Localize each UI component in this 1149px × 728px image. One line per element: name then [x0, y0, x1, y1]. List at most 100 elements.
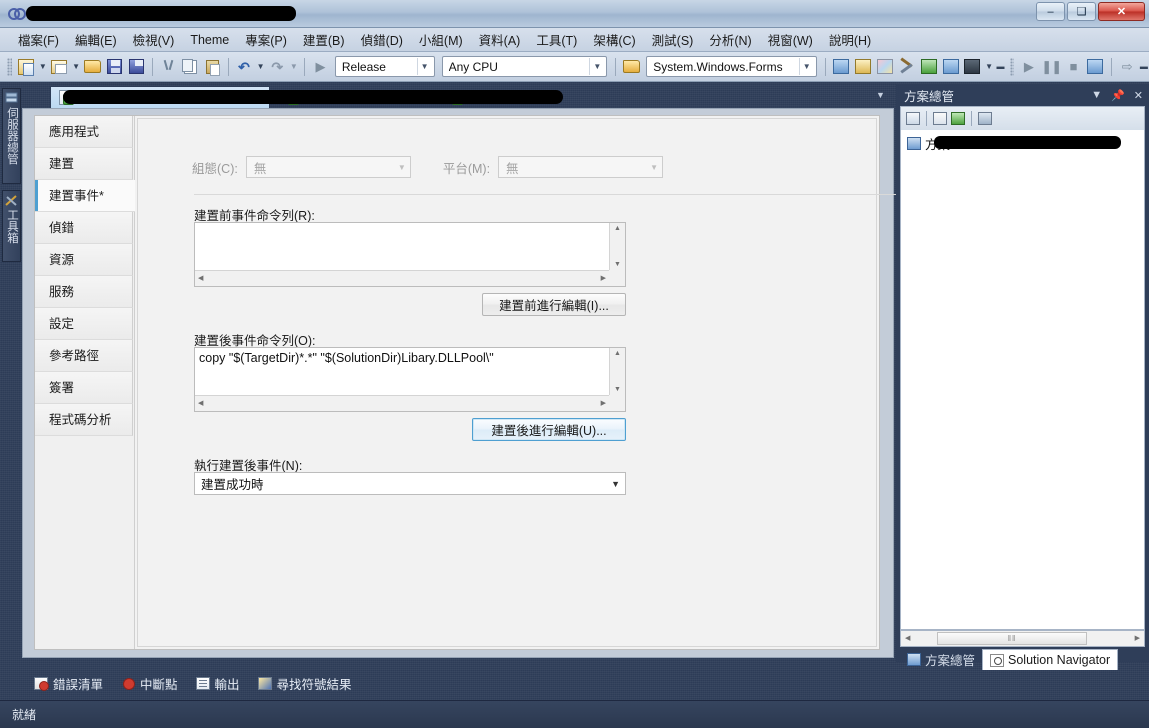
view-class-diagram-icon[interactable]: [978, 112, 992, 125]
toolbox-button[interactable]: [896, 56, 917, 78]
cut-button[interactable]: [158, 56, 179, 78]
restart-button[interactable]: [1085, 56, 1106, 78]
solution-tree-horizontal-scrollbar[interactable]: ◀ ‖‖ ▶: [900, 630, 1145, 647]
category-build-events[interactable]: 建置事件*: [35, 180, 135, 212]
menu-build[interactable]: 建置(B): [295, 27, 353, 52]
tab-solution-explorer[interactable]: 方案總管: [900, 649, 982, 670]
configuration-select: 無 ▼: [245, 156, 411, 178]
sidebar-item-server-explorer[interactable]: 伺服器總管: [2, 88, 21, 184]
maximize-button[interactable]: ❑: [1067, 2, 1096, 21]
category-reference-paths[interactable]: 參考路徑: [35, 340, 133, 372]
category-debug[interactable]: 偵錯: [35, 212, 133, 244]
prebuild-vertical-scrollbar[interactable]: ▲ ▼: [609, 223, 625, 270]
solution-explorer-bottom-tabs: 方案總管 Solution Navigator: [896, 648, 1149, 670]
new-project-button[interactable]: [16, 56, 37, 78]
toolbar-overflow-1[interactable]: ▬: [995, 56, 1005, 78]
show-all-files-icon[interactable]: [933, 112, 947, 125]
step-into-button[interactable]: [918, 56, 939, 78]
configuration-combo[interactable]: Release ▼: [334, 56, 435, 77]
solution-tree[interactable]: 方案: [900, 130, 1145, 630]
stop-debugging-button[interactable]: ■: [1063, 56, 1084, 78]
menu-architecture[interactable]: 架構(C): [585, 27, 643, 52]
runpostbuild-select[interactable]: 建置成功時 ▼: [194, 472, 626, 495]
menu-file[interactable]: 檔案(F): [10, 27, 67, 52]
assembly-combo[interactable]: System.Windows.Forms ▼: [646, 56, 817, 77]
command-window-button[interactable]: [962, 56, 983, 78]
prebuild-edit-button[interactable]: 建置前進行編輯(I)...: [482, 293, 626, 316]
assembly-browse-button[interactable]: [621, 56, 642, 78]
postbuild-vertical-scrollbar[interactable]: ▲ ▼: [609, 348, 625, 395]
category-code-analysis[interactable]: 程式碼分析: [35, 404, 133, 436]
menu-debug[interactable]: 偵錯(D): [353, 27, 411, 52]
tree-row-solution-root[interactable]: 方案: [901, 134, 1144, 152]
prebuild-horizontal-scrollbar[interactable]: ◀ ▶: [195, 270, 609, 286]
postbuild-edit-button[interactable]: 建置後進行編輯(U)...: [472, 418, 626, 441]
platform-combo[interactable]: Any CPU ▼: [441, 56, 608, 77]
menu-window[interactable]: 視窗(W): [760, 27, 821, 52]
properties-icon[interactable]: [906, 112, 920, 125]
scroll-right-icon[interactable]: ▶: [1135, 631, 1140, 646]
category-settings[interactable]: 設定: [35, 308, 133, 340]
redo-button[interactable]: ↷: [267, 56, 288, 78]
postbuild-horizontal-scrollbar[interactable]: ◀ ▶: [195, 395, 609, 411]
properties-window-button[interactable]: [853, 56, 874, 78]
category-build[interactable]: 建置: [35, 148, 133, 180]
tab-output[interactable]: 輸出: [192, 672, 244, 695]
category-resources[interactable]: 資源: [35, 244, 133, 276]
category-application[interactable]: 應用程式: [35, 116, 133, 148]
start-debug-button[interactable]: ▶: [310, 56, 331, 78]
document-tab-overflow-button[interactable]: ▼: [876, 90, 885, 100]
save-all-button[interactable]: [126, 56, 147, 78]
tab-find-symbol-results[interactable]: 尋找符號結果: [254, 672, 356, 695]
tab-solution-navigator[interactable]: Solution Navigator: [982, 649, 1119, 670]
minimize-button[interactable]: –: [1036, 2, 1065, 21]
menu-team[interactable]: 小組(M): [411, 27, 471, 52]
new-project-dropdown[interactable]: ▼: [38, 56, 48, 78]
menu-help[interactable]: 說明(H): [821, 27, 879, 52]
debug-toolbar-grip[interactable]: [1009, 57, 1015, 76]
object-browser-button[interactable]: [874, 56, 895, 78]
close-icon[interactable]: ✕: [1134, 89, 1143, 102]
menu-edit[interactable]: 編輯(E): [67, 27, 125, 52]
copy-button[interactable]: [180, 56, 201, 78]
toolbar-grip[interactable]: [7, 57, 12, 76]
menu-test[interactable]: 測試(S): [644, 27, 702, 52]
continue-button[interactable]: ▶: [1018, 56, 1039, 78]
tab-error-list[interactable]: 錯誤清單: [30, 672, 107, 695]
solution-explorer-button[interactable]: [940, 56, 961, 78]
category-signing[interactable]: 簽署: [35, 372, 133, 404]
refresh-icon[interactable]: [951, 112, 965, 125]
prebuild-command-textarea[interactable]: ▲ ▼ ◀ ▶: [194, 222, 626, 287]
menu-theme[interactable]: Theme: [182, 30, 237, 50]
open-file-button[interactable]: [82, 56, 103, 78]
menu-view[interactable]: 檢視(V): [125, 27, 183, 52]
undo-dropdown[interactable]: ▼: [255, 56, 265, 78]
open-file-icon: [84, 60, 102, 73]
toolbar-overflow-2[interactable]: ▬: [1139, 56, 1149, 78]
sidebar-item-toolbox[interactable]: 工具箱: [2, 190, 21, 262]
redo-dropdown[interactable]: ▼: [289, 56, 299, 78]
find-in-files-button[interactable]: [831, 56, 852, 78]
scroll-left-icon: ◀: [198, 400, 204, 407]
paste-button[interactable]: [202, 56, 223, 78]
category-services[interactable]: 服務: [35, 276, 133, 308]
menu-analyze[interactable]: 分析(N): [701, 27, 759, 52]
step-over-button[interactable]: ⇨: [1117, 56, 1138, 78]
chevron-down-icon[interactable]: ▼: [1091, 89, 1102, 101]
postbuild-command-textarea[interactable]: copy "$(TargetDir)*.*" "$(SolutionDir)Li…: [194, 347, 626, 412]
add-new-item-dropdown[interactable]: ▼: [71, 56, 81, 78]
command-window-dropdown[interactable]: ▼: [984, 56, 994, 78]
menu-tools[interactable]: 工具(T): [528, 27, 585, 52]
scroll-left-icon[interactable]: ◀: [905, 631, 910, 646]
close-button[interactable]: ✕: [1098, 2, 1145, 21]
tab-breakpoints[interactable]: 中斷點: [117, 672, 182, 695]
save-button[interactable]: [104, 56, 125, 78]
pin-icon[interactable]: 📌: [1111, 89, 1125, 102]
maximize-icon: ❑: [1076, 6, 1087, 18]
add-new-item-button[interactable]: [49, 56, 70, 78]
menu-data[interactable]: 資料(A): [471, 27, 529, 52]
undo-button[interactable]: ↶: [234, 56, 255, 78]
scrollbar-thumb[interactable]: ‖‖: [937, 632, 1087, 645]
break-all-button[interactable]: ❚❚: [1040, 56, 1062, 78]
menu-project[interactable]: 專案(P): [237, 27, 295, 52]
